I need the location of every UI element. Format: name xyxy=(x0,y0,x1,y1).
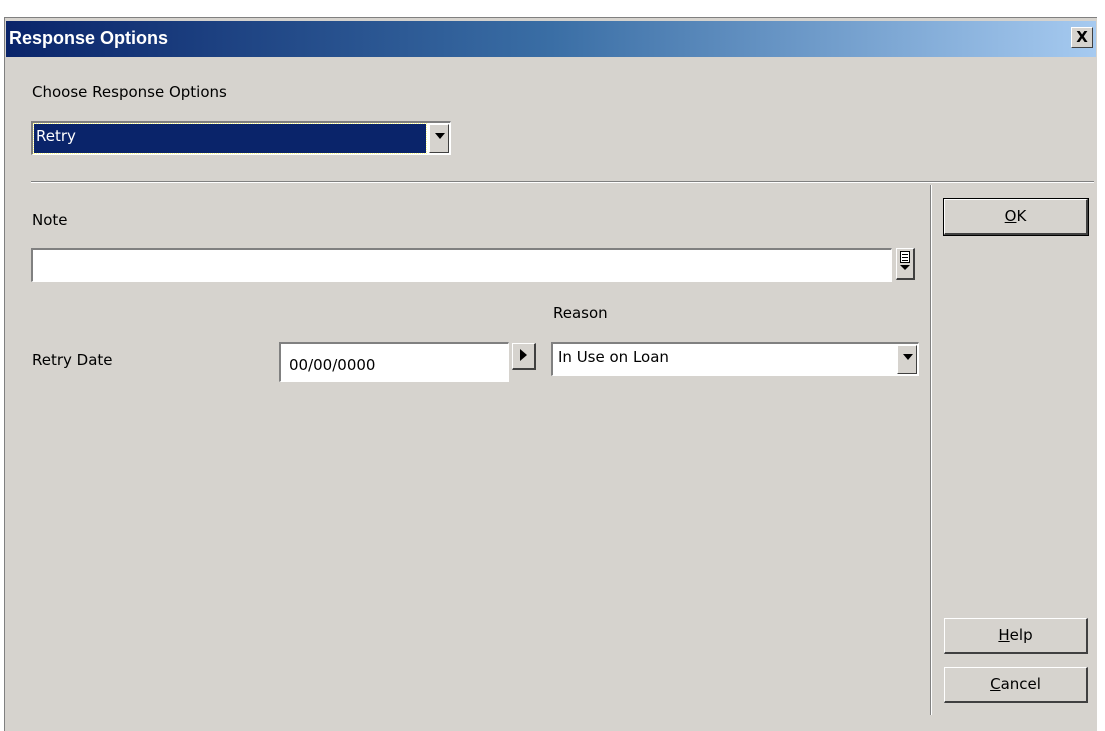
ok-button[interactable]: OK xyxy=(943,198,1089,236)
help-label: elp xyxy=(1009,626,1033,644)
dropdown-arrow-icon xyxy=(903,354,913,360)
reason-selected-value: In Use on Loan xyxy=(558,348,669,366)
window-title: Response Options xyxy=(9,28,169,48)
date-picker-button[interactable] xyxy=(512,343,536,370)
retry-date-input[interactable]: 00/00/0000 xyxy=(279,342,509,382)
retry-date-label: Retry Date xyxy=(32,351,113,369)
response-selected-highlight: Retry xyxy=(33,123,427,154)
reason-dropdown[interactable]: In Use on Loan xyxy=(551,342,919,376)
help-mnemonic: H xyxy=(998,626,1010,644)
response-options-dropdown[interactable]: Retry xyxy=(31,121,451,155)
vertical-divider xyxy=(930,185,932,715)
note-input[interactable] xyxy=(31,248,892,282)
cancel-button[interactable]: Cancel xyxy=(944,667,1088,703)
response-selected-value: Retry xyxy=(36,127,76,145)
cancel-label: ancel xyxy=(1000,675,1041,693)
date-picker-arrow-icon xyxy=(520,349,527,361)
dropdown-arrow-icon xyxy=(435,133,445,139)
close-button[interactable]: X xyxy=(1071,27,1093,48)
reason-dropdown-button[interactable] xyxy=(897,345,917,374)
ok-mnemonic: O xyxy=(1004,207,1017,225)
horizontal-divider xyxy=(31,181,1094,183)
help-button[interactable]: Help xyxy=(944,618,1088,654)
response-dropdown-button[interactable] xyxy=(429,124,449,153)
note-label: Note xyxy=(32,211,68,229)
cancel-mnemonic: C xyxy=(990,675,1001,693)
note-expand-button[interactable] xyxy=(896,248,915,280)
choose-response-label: Choose Response Options xyxy=(32,83,227,101)
reason-label: Reason xyxy=(553,304,608,322)
close-icon: X xyxy=(1076,28,1088,46)
ok-label: K xyxy=(1016,207,1027,225)
retry-date-value: 00/00/0000 xyxy=(289,356,376,374)
title-bar[interactable]: Response Options X xyxy=(6,21,1096,57)
